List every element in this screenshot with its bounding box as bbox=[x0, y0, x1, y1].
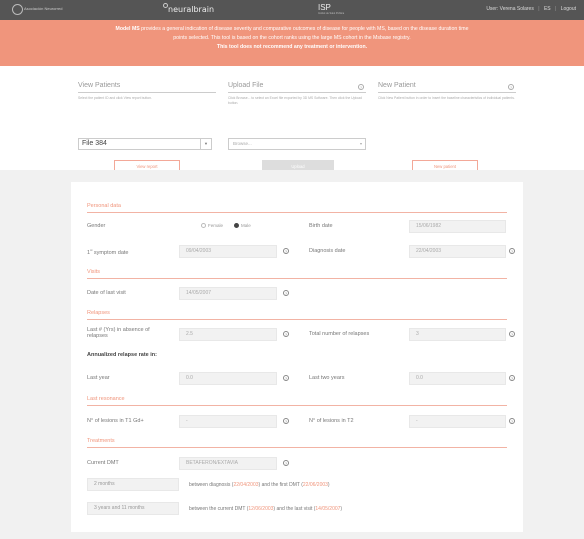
dmt-to-last-visit-duration: 3 years and 11 months bbox=[87, 502, 179, 515]
last-visit-field[interactable]: 14/05/2007 bbox=[179, 287, 277, 300]
banner-line-3: This tool does not recommend any treatme… bbox=[216, 44, 368, 50]
banner-line-1: Model MS provides a general indication o… bbox=[0, 25, 584, 34]
banner-text-1: provides a general indication of disease… bbox=[139, 26, 469, 32]
institute-subtitle: Institut de Salut Pública bbox=[318, 12, 345, 15]
actions-area: View Patients Select the patient ID and … bbox=[0, 66, 584, 173]
model-name: Model MS bbox=[115, 26, 140, 32]
disclaimer-banner: Model MS provides a general indication o… bbox=[0, 20, 584, 66]
section-divider bbox=[87, 447, 507, 448]
last-year-label: Last year bbox=[87, 375, 110, 381]
help-icon[interactable]: ? bbox=[509, 248, 515, 254]
section-divider bbox=[87, 319, 507, 320]
birth-date-label: Birth date bbox=[309, 223, 333, 229]
patient-form-card: Personal data Gender Female Male Birth d… bbox=[71, 182, 523, 532]
top-navbar: Asociación Neurorred neuralbrain ISP Ins… bbox=[0, 0, 584, 20]
upload-file-desc: Click Browse... to select an Excel file … bbox=[228, 96, 362, 105]
new-patient-desc: Click New Patient button in order to ins… bbox=[378, 96, 515, 100]
first-symptom-field[interactable]: 09/04/2003 bbox=[179, 245, 277, 258]
female-label: Female bbox=[208, 223, 224, 228]
gender-label: Gender bbox=[87, 223, 106, 229]
logout-link[interactable]: Logout bbox=[561, 6, 576, 12]
female-radio[interactable] bbox=[201, 223, 206, 228]
birth-date-field[interactable]: 15/06/1982 bbox=[409, 220, 506, 233]
section-divider bbox=[87, 212, 507, 213]
brand-name[interactable]: neuralbrain bbox=[168, 5, 214, 14]
current-dmt-label: Current DMT bbox=[87, 460, 119, 466]
section-relapses: Relapses bbox=[87, 310, 110, 316]
last-visit-label: Date of last visit bbox=[87, 290, 126, 296]
diagnosis-to-dmt-text: between diagnosis (22/04/2003) and the f… bbox=[189, 482, 330, 488]
view-patients-desc: Select the patient ID and click View rep… bbox=[78, 96, 153, 100]
chevron-down-icon: ▾ bbox=[359, 141, 362, 146]
help-icon[interactable]: ? bbox=[283, 331, 289, 337]
divider: | bbox=[538, 6, 540, 12]
years-absence-field[interactable]: 2.5 bbox=[179, 328, 277, 341]
first-symptom-label: 1st symptom date bbox=[87, 248, 129, 256]
new-patient-panel: New Patient? Click New Patient button in… bbox=[378, 82, 516, 173]
male-label: Male bbox=[241, 223, 251, 228]
section-visits: Visits bbox=[87, 269, 101, 275]
section-personal-data: Personal data bbox=[87, 203, 121, 209]
diagnosis-to-dmt-duration: 2 months bbox=[87, 478, 179, 491]
years-absence-label: Last # (Yrs) in absence of relapses bbox=[87, 327, 150, 339]
association-logo-icon bbox=[12, 4, 23, 15]
help-icon[interactable]: ? bbox=[283, 290, 289, 296]
help-icon[interactable]: ? bbox=[358, 84, 364, 90]
section-divider bbox=[87, 278, 507, 279]
last-two-years-field[interactable]: 0.0 bbox=[409, 372, 506, 385]
t2-lesions-label: N° of lesions in T2 bbox=[309, 418, 354, 424]
help-icon[interactable]: ? bbox=[283, 375, 289, 381]
t1-lesions-label: N° of lesions in T1 Gd+ bbox=[87, 418, 144, 424]
section-divider bbox=[87, 405, 507, 406]
help-icon[interactable]: ? bbox=[283, 460, 289, 466]
language-switch[interactable]: ES bbox=[544, 6, 551, 12]
help-icon[interactable]: ? bbox=[509, 331, 515, 337]
t1-lesions-field[interactable]: - bbox=[179, 415, 277, 428]
help-icon[interactable]: ? bbox=[283, 418, 289, 424]
last-two-years-label: Last two years bbox=[309, 375, 345, 381]
section-last-resonance: Last resonance bbox=[87, 396, 125, 402]
help-icon[interactable]: ? bbox=[283, 248, 289, 254]
file-browse-input[interactable]: Browse... ▾ bbox=[228, 138, 366, 150]
male-radio[interactable] bbox=[234, 223, 239, 228]
user-name: User: Verena Solares bbox=[486, 6, 534, 12]
total-relapses-label: Total number of relapses bbox=[309, 331, 370, 337]
upload-file-title: Upload File? bbox=[228, 82, 366, 93]
view-patients-panel: View Patients Select the patient ID and … bbox=[78, 82, 216, 173]
help-icon[interactable]: ? bbox=[509, 375, 515, 381]
annualized-label: Annualized relapse rate in: bbox=[87, 352, 157, 358]
dmt-to-last-visit-text: between the current DMT (12/06/2003) and… bbox=[189, 506, 343, 512]
diagnosis-date-label: Diagnosis date bbox=[309, 248, 346, 254]
user-menu: User: Verena Solares | ES | Logout bbox=[483, 6, 576, 12]
chevron-down-icon[interactable]: ▼ bbox=[200, 139, 211, 149]
patient-select[interactable]: File 384 ▼ bbox=[78, 138, 212, 150]
new-patient-title: New Patient? bbox=[378, 82, 516, 93]
association-logo-text: Asociación Neurorred bbox=[24, 6, 63, 11]
help-icon[interactable]: ? bbox=[509, 418, 515, 424]
view-patients-title: View Patients bbox=[78, 82, 216, 93]
section-treatments: Treatments bbox=[87, 438, 115, 444]
banner-line-2: points selected. This tool is based on t… bbox=[173, 35, 411, 41]
browse-placeholder: Browse... bbox=[233, 141, 252, 146]
institute-logo: ISP bbox=[318, 3, 331, 12]
upload-file-panel: Upload File? Click Browse... to select a… bbox=[228, 82, 366, 173]
total-relapses-field[interactable]: 3 bbox=[409, 328, 506, 341]
help-icon[interactable]: ? bbox=[508, 84, 514, 90]
patient-select-value: File 384 bbox=[82, 140, 107, 147]
t2-lesions-field[interactable]: - bbox=[409, 415, 506, 428]
diagnosis-date-field[interactable]: 22/04/2003 bbox=[409, 245, 506, 258]
last-year-field[interactable]: 0.0 bbox=[179, 372, 277, 385]
current-dmt-field[interactable]: BETAFERON/EXTAVIA bbox=[179, 457, 277, 470]
divider: | bbox=[555, 6, 557, 12]
